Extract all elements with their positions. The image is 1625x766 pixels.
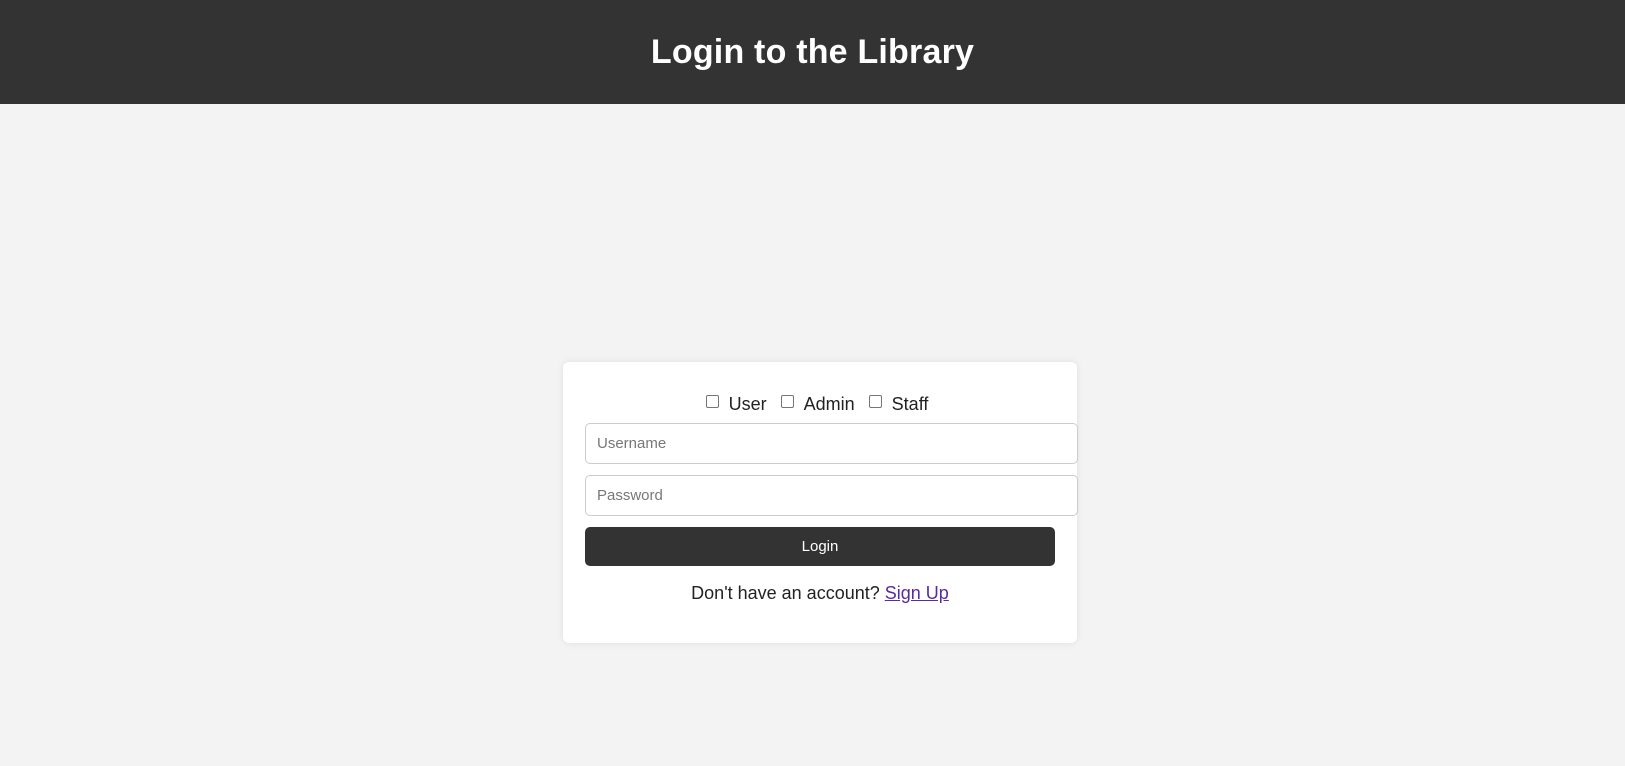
admin-checkbox[interactable] xyxy=(780,395,794,408)
signup-prompt: Don't have an account? xyxy=(691,583,880,603)
signup-row: Don't have an account? Sign Up xyxy=(563,583,1077,604)
user-checkbox[interactable] xyxy=(705,395,719,408)
password-input[interactable] xyxy=(585,475,1078,516)
role-selector: User Admin Staff xyxy=(563,394,1077,415)
login-card: User Admin Staff Login Don't have an acc… xyxy=(563,362,1078,643)
role-option-staff[interactable]: Staff xyxy=(868,394,935,415)
role-option-admin[interactable]: Admin xyxy=(780,394,861,415)
user-checkbox-label: User xyxy=(728,394,767,414)
page-header: Login to the Library xyxy=(0,0,1625,104)
page-title: Login to the Library xyxy=(650,32,975,71)
login-button[interactable]: Login xyxy=(585,527,1055,566)
admin-checkbox-label: Admin xyxy=(803,394,855,414)
staff-checkbox[interactable] xyxy=(868,395,882,408)
staff-checkbox-label: Staff xyxy=(891,394,929,414)
signup-link[interactable]: Sign Up xyxy=(885,583,949,603)
username-input[interactable] xyxy=(585,423,1078,464)
role-option-user[interactable]: User xyxy=(705,394,773,415)
